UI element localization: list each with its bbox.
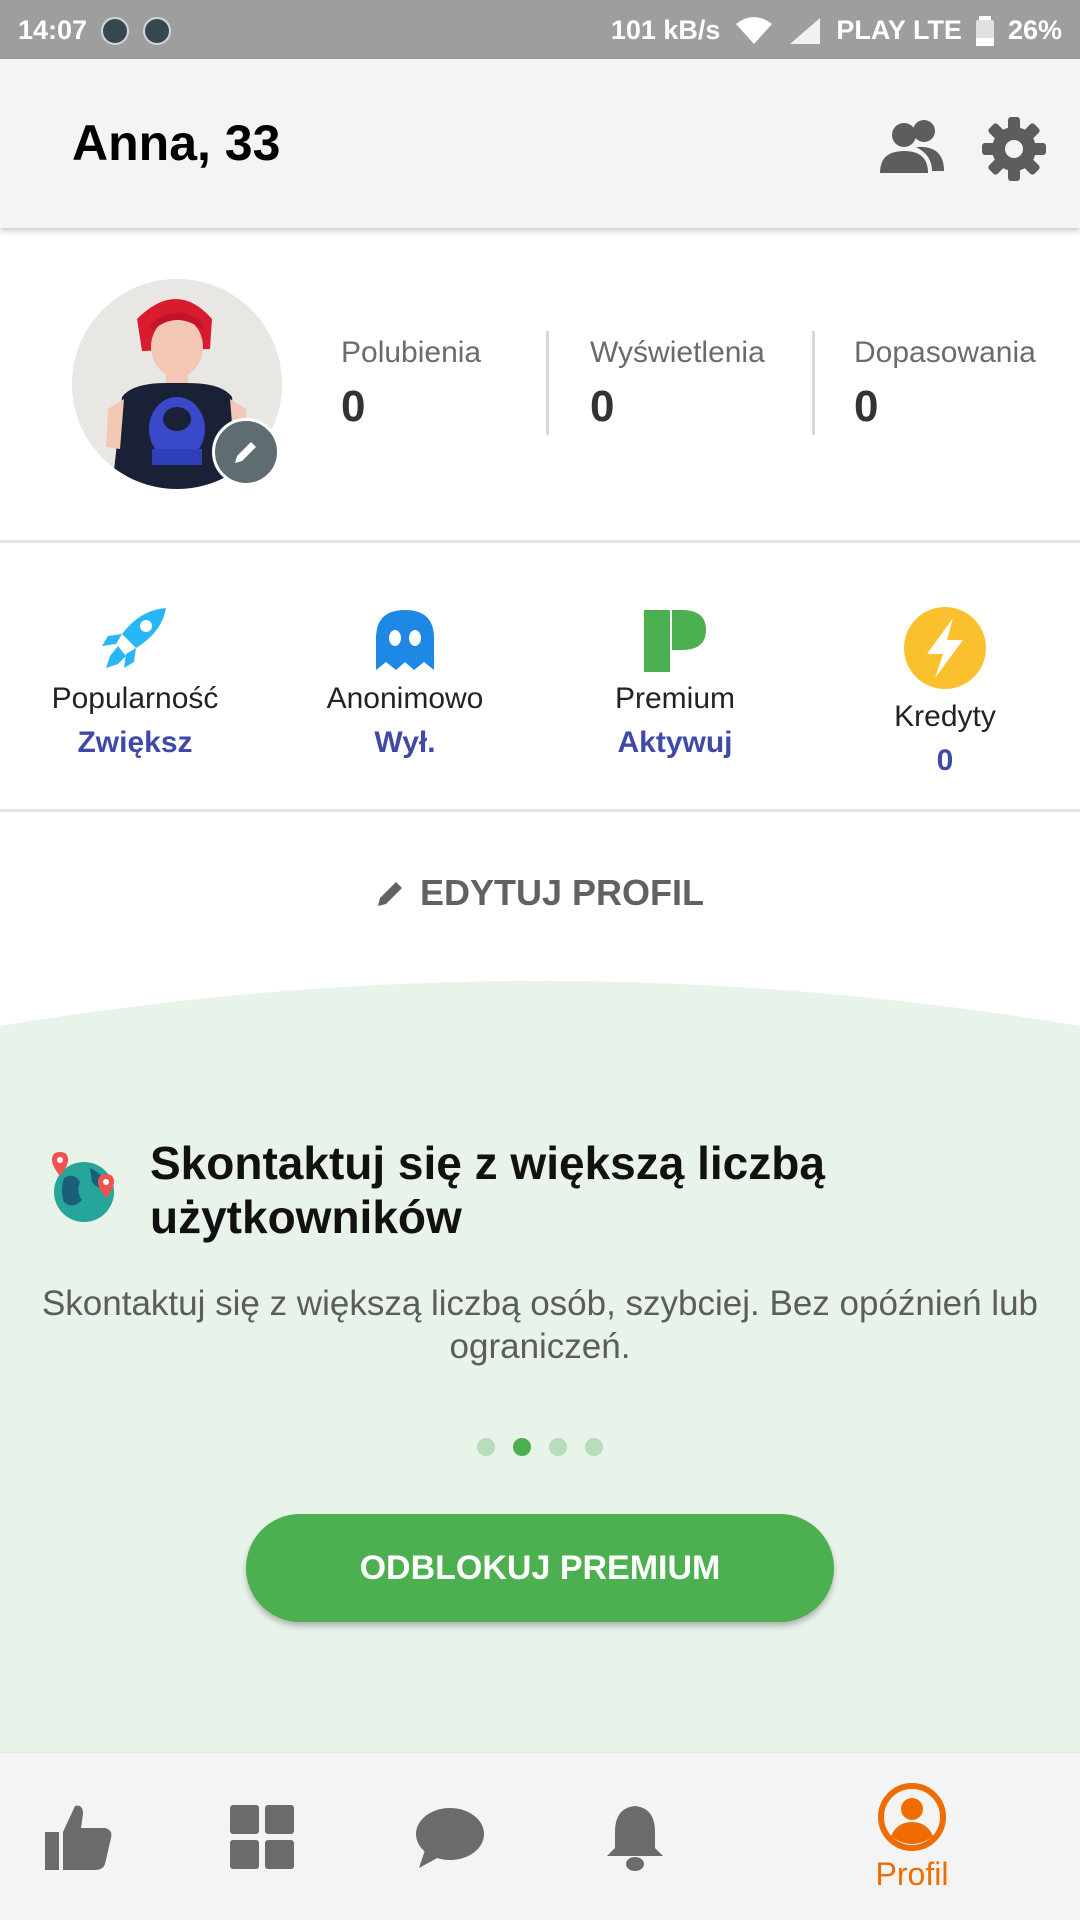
carrier-name: PLAY LTE: [836, 15, 962, 45]
feature-premium[interactable]: Premium Aktywuj: [540, 606, 810, 760]
profile-summary: Polubienia 0 Wyświetlenia 0 Dopasowania …: [0, 228, 1080, 540]
nav-notifications[interactable]: [587, 1753, 683, 1920]
nav-profile[interactable]: Profil: [850, 1753, 974, 1920]
edit-profile-label: EDYTUJ PROFIL: [419, 872, 705, 913]
battery-icon: [975, 15, 994, 46]
people-icon: [880, 120, 944, 173]
bottom-navigation: Profil: [0, 1752, 1080, 1920]
settings-button[interactable]: [978, 113, 1050, 185]
feature-label: Popularność: [51, 682, 219, 715]
battery-level: 26%: [1007, 15, 1062, 45]
stat-views[interactable]: Wyświetlenia 0: [590, 336, 765, 432]
nav-likes[interactable]: [30, 1753, 126, 1920]
gear-icon: [982, 117, 1046, 181]
feature-action[interactable]: 0: [810, 744, 1080, 778]
network-speed: 101 kB/s: [610, 15, 721, 45]
promo-title: Skontaktuj się z większą liczbą użytkown…: [150, 1137, 825, 1243]
app-notification-icon: [101, 16, 130, 45]
status-time: 14:07: [18, 15, 88, 45]
divider: [0, 540, 1080, 543]
thumbs-up-icon: [45, 1805, 112, 1870]
feature-label: Premium: [614, 682, 735, 715]
nav-messages[interactable]: [402, 1753, 498, 1920]
carousel-dot-active[interactable]: [513, 1438, 531, 1456]
stat-value: 0: [341, 382, 366, 431]
nav-profile-label: Profil: [875, 1855, 949, 1892]
stat-label: Dopasowania: [854, 336, 1036, 369]
carousel-dot[interactable]: [477, 1438, 495, 1456]
divider: [546, 331, 549, 435]
promo-description: Skontaktuj się z większą liczbą osób, sz…: [41, 1284, 1039, 1366]
stat-likes[interactable]: Polubienia 0: [341, 336, 481, 432]
chat-bubble-icon: [416, 1808, 484, 1868]
edit-profile-button[interactable]: EDYTUJ PROFIL: [0, 872, 1080, 914]
ghost-icon: [376, 610, 434, 670]
carousel-dot[interactable]: [549, 1438, 567, 1456]
stat-matches[interactable]: Dopasowania 0: [854, 336, 1036, 432]
stat-label: Polubienia: [341, 336, 482, 369]
app-bar: Anna, 33: [0, 59, 1080, 228]
grid-icon: [230, 1805, 294, 1869]
stat-value: 0: [854, 382, 879, 431]
feature-action[interactable]: Wył.: [270, 726, 540, 760]
lightning-icon: [904, 607, 986, 689]
feature-label: Anonimowo: [326, 682, 484, 715]
pencil-icon: [377, 882, 402, 906]
signal-icon: [790, 17, 821, 44]
divider: [0, 809, 1080, 812]
status-bar: 14:07 101 kB/s PLAY LTE 26%: [0, 0, 1080, 59]
feature-action[interactable]: Aktywuj: [540, 726, 810, 760]
divider: [812, 331, 815, 435]
globe-pin-icon: [48, 1152, 120, 1224]
stat-label: Wyświetlenia: [590, 336, 765, 369]
nav-browse[interactable]: [214, 1753, 310, 1920]
pencil-icon: [235, 442, 256, 463]
feature-anonymous[interactable]: Anonimowo Wył.: [270, 606, 540, 760]
carousel-dot[interactable]: [585, 1438, 603, 1456]
feature-label: Kredyty: [894, 700, 996, 733]
feature-popularity[interactable]: Popularność Zwiększ: [0, 606, 270, 760]
unlock-premium-button[interactable]: ODBLOKUJ PREMIUM: [246, 1514, 834, 1622]
rocket-icon: [102, 608, 166, 668]
messenger-notification-icon: [143, 16, 172, 45]
bell-icon: [607, 1806, 663, 1871]
profile-icon: [878, 1782, 946, 1851]
friends-button[interactable]: [876, 113, 948, 185]
feature-credits[interactable]: Kredyty 0: [810, 606, 1080, 778]
page-title: Anna, 33: [72, 115, 281, 171]
stat-value: 0: [590, 382, 615, 431]
carousel-indicator: [0, 1438, 1080, 1456]
premium-p-icon: [644, 610, 706, 672]
feature-action[interactable]: Zwiększ: [0, 726, 270, 760]
wifi-icon: [736, 16, 773, 44]
edit-photo-button[interactable]: [212, 418, 280, 486]
